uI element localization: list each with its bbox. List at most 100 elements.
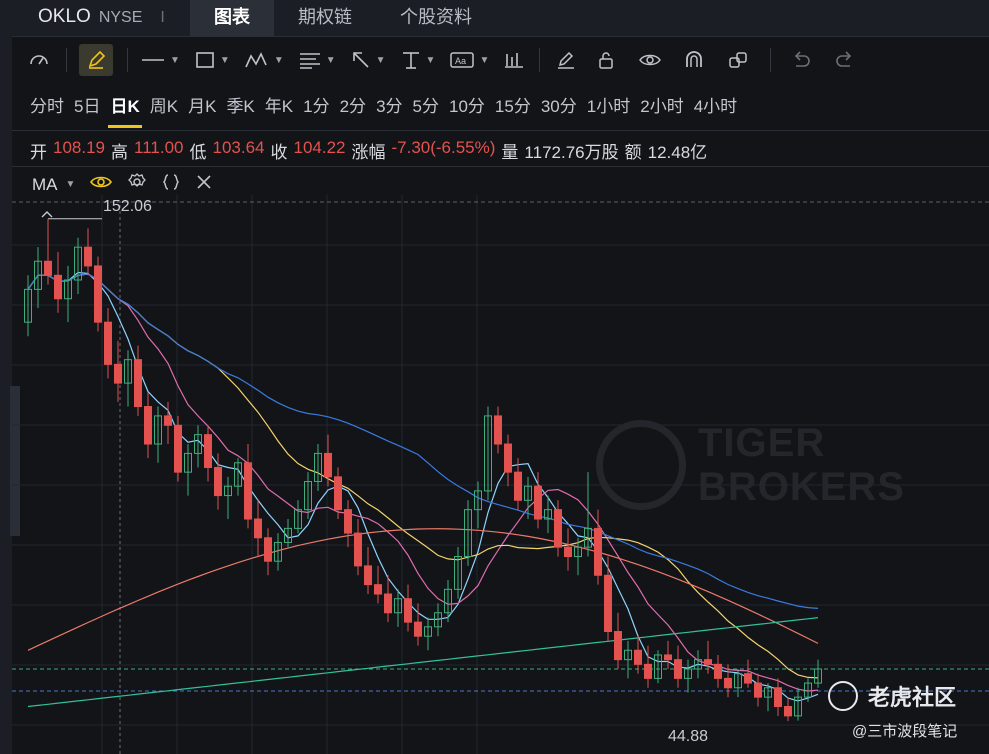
candle-body [214,466,222,497]
title-divider: I [160,9,165,26]
svg-text:Aa: Aa [455,56,466,66]
candlestick-chart[interactable] [12,195,989,754]
tab-option-chain[interactable]: 期权链 [274,0,376,36]
quote-summary: 开 108.19 高 111.00 低 103.64 收 104.22 涨幅 -… [30,138,707,163]
chevron-down-icon: ▼ [170,54,180,66]
candle-body [404,598,412,623]
indicator-header: MA ▼ [32,172,213,197]
magnet-icon[interactable] [676,44,712,76]
chevron-down-icon: ▼ [273,54,284,66]
period-selector: 分时 5日 日K 周K 月K 季K 年K 1分 2分 3分 5分 10分 15分 30分 1小时 2小时 4小时 [30,92,747,128]
close-value: 104.22 [293,138,346,157]
exchange-label: NYSE [98,9,143,26]
ticker-title: OKLO NYSE I [38,6,165,28]
high-price-marker: 152.06 [103,198,152,215]
candle-body [354,532,362,567]
candle-body [644,663,652,679]
author-handle: @三市波段笔记 [852,723,958,740]
toolbar-divider [539,48,541,72]
bars-icon[interactable] [503,44,525,76]
candle-body [204,434,212,468]
period-5[interactable]: 季K [226,92,254,126]
period-3[interactable]: 周K [150,92,178,126]
zigzag-icon[interactable]: ▼ [244,44,284,76]
measure-icon[interactable]: ▼ [400,44,436,76]
candle-body [774,687,782,708]
link-icon[interactable] [720,44,756,76]
candle-body [84,246,92,267]
period-14[interactable]: 1小时 [587,92,630,126]
candle-body [174,424,182,473]
divider [12,130,989,131]
ma10-line [27,273,819,692]
amount-value: 12.48亿 [647,143,708,162]
change-label: 涨幅 [351,143,386,162]
period-15[interactable]: 2小时 [640,92,683,126]
candle-body [744,673,752,684]
candle-body [674,659,682,679]
main-tabs: 图表 期权链 个股资料 [190,0,496,36]
code-braces-icon[interactable] [161,172,181,197]
chevron-down-icon: ▼ [375,54,386,66]
period-10[interactable]: 5分 [413,92,439,126]
high-value: 111.00 [134,138,184,157]
divider [12,166,989,167]
period-12[interactable]: 15分 [495,92,531,126]
arrow-icon[interactable]: ▼ [350,44,386,76]
candle-body [54,274,62,300]
candle-body [104,321,112,365]
period-16[interactable]: 4小时 [694,92,737,126]
eye-icon[interactable] [89,173,113,196]
gear-icon[interactable] [127,172,147,197]
open-value: 108.19 [53,138,105,157]
period-7[interactable]: 1分 [303,92,329,126]
text-icon[interactable]: Aa ▼ [449,44,489,76]
period-6[interactable]: 年K [265,92,293,126]
community-brand: 老虎社区 [828,680,956,712]
tab-chart[interactable]: 图表 [190,0,274,36]
period-9[interactable]: 3分 [376,92,402,126]
close-icon[interactable] [195,173,213,196]
top-bar: OKLO NYSE I 图表 期权链 个股资料 [0,0,989,37]
speedometer-icon[interactable] [24,44,54,76]
undo-icon[interactable] [783,44,819,76]
candle-body [554,509,562,548]
chevron-down-icon[interactable]: ▼ [66,179,76,190]
brand-name: 老虎社区 [868,685,957,710]
low-label: 低 [189,143,207,162]
period-1[interactable]: 5日 [74,92,100,126]
candle-body [94,265,102,323]
fib-icon[interactable]: ▼ [298,44,336,76]
period-4[interactable]: 月K [188,92,216,126]
period-11[interactable]: 10分 [449,92,485,126]
indicator-name[interactable]: MA [32,175,58,195]
candle-body [164,415,172,426]
ticker-symbol: OKLO [38,6,91,27]
period-13[interactable]: 30分 [541,92,577,126]
ma120-line [27,528,819,651]
pencil-icon[interactable] [79,44,113,76]
chevron-down-icon: ▼ [219,54,230,66]
left-panel-edge [0,36,20,754]
eye-icon[interactable] [632,44,668,76]
period-2[interactable]: 日K [108,92,143,128]
rectangle-icon[interactable]: ▼ [194,44,230,76]
candle-body [264,537,272,562]
high-label: 高 [111,143,128,162]
open-label: 开 [30,143,47,162]
period-0[interactable]: 分时 [30,92,64,126]
redo-icon[interactable] [827,44,863,76]
tab-stock-profile[interactable]: 个股资料 [376,0,496,36]
expand-chevron-icon [41,211,53,218]
chevron-down-icon: ▼ [425,54,436,66]
candle-body [634,649,642,665]
candle-body [724,677,732,689]
close-label: 收 [270,143,288,162]
period-8[interactable]: 2分 [340,92,366,126]
marker-icon[interactable] [552,44,580,76]
line-icon[interactable]: ▼ [140,44,180,76]
lock-icon[interactable] [588,44,624,76]
candle-body [534,485,542,520]
chevron-down-icon: ▼ [325,54,336,66]
candle-body [364,565,372,586]
